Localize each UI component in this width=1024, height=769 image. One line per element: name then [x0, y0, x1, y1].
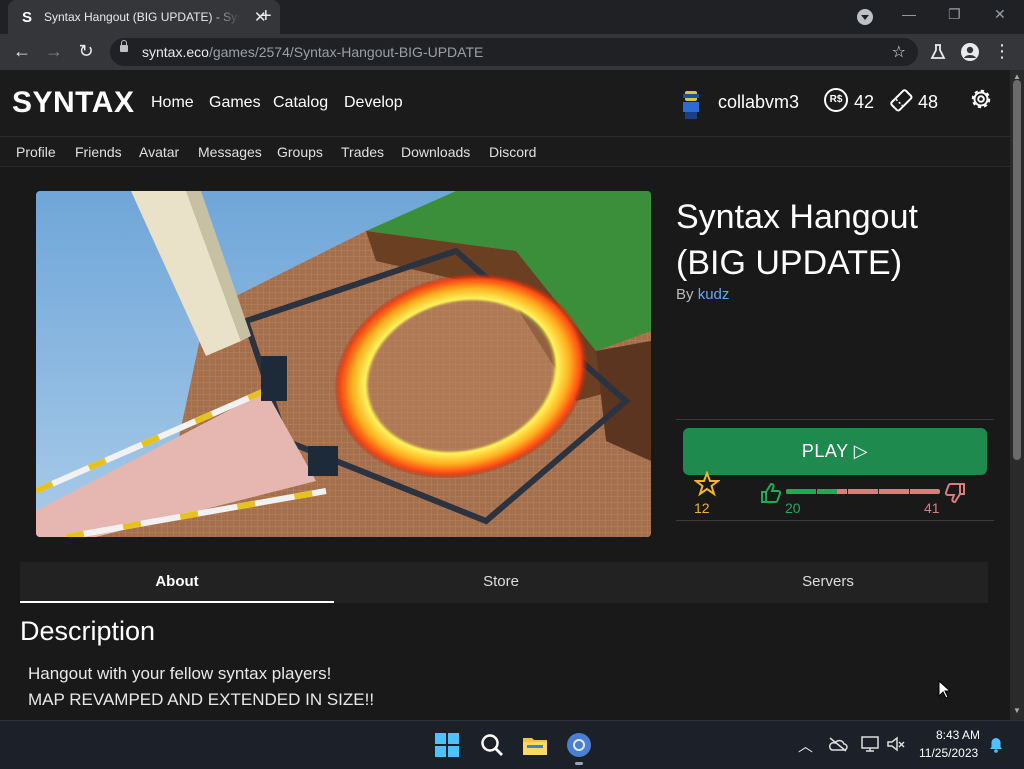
clock-time[interactable]: 8:43 AM — [936, 728, 980, 742]
upvote-count: 20 — [785, 500, 801, 516]
search-icon[interactable] — [478, 731, 506, 759]
vote-bar-tick — [816, 489, 817, 494]
divider — [676, 520, 994, 521]
game-thumbnail — [36, 191, 651, 537]
scroll-down-arrow-icon[interactable]: ▼ — [1013, 706, 1021, 715]
mouse-cursor-icon — [938, 680, 952, 699]
browser-tab[interactable]: S Syntax Hangout (BIG UPDATE) - Syntax ✕ — [8, 0, 280, 34]
site-logo[interactable]: SYNTAX — [12, 86, 134, 120]
tab-search-icon[interactable] — [857, 9, 873, 25]
vote-bar-tick — [909, 489, 910, 494]
creator-link[interactable]: kudz — [698, 286, 730, 303]
browser-tab-title: Syntax Hangout (BIG UPDATE) - Syntax — [44, 10, 240, 24]
address-url[interactable]: syntax.eco/games/2574/Syntax-Hangout-BIG… — [142, 44, 483, 60]
active-app-indicator — [575, 762, 583, 765]
forward-icon[interactable]: → — [42, 39, 66, 63]
tab-store[interactable]: Store — [334, 562, 668, 603]
labs-flask-icon[interactable] — [929, 43, 947, 61]
subnav-trades[interactable]: Trades — [341, 144, 384, 160]
username[interactable]: collabvm3 — [718, 92, 799, 113]
tab-servers[interactable]: Servers — [668, 562, 988, 603]
site-favicon-icon: S — [22, 9, 33, 26]
user-avatar[interactable] — [680, 90, 702, 120]
game-tabs: About Store Servers — [20, 562, 988, 603]
subnav-messages[interactable]: Messages — [198, 144, 262, 160]
subnav-friends[interactable]: Friends — [75, 144, 122, 160]
browser-tab-strip: S Syntax Hangout (BIG UPDATE) - Syntax ✕… — [0, 0, 1024, 34]
clock-date[interactable]: 11/25/2023 — [919, 746, 978, 760]
vote-bar-tick — [878, 489, 879, 494]
downvote-count: 41 — [924, 500, 940, 516]
robux-count[interactable]: 42 — [854, 92, 874, 113]
description-heading: Description — [20, 616, 156, 646]
creator-line: By kudz — [676, 286, 729, 303]
file-explorer-icon[interactable] — [521, 731, 549, 759]
sub-navigation: Profile Friends Avatar Messages Groups T… — [0, 137, 1010, 167]
close-window-icon[interactable]: ✕ — [994, 6, 1006, 23]
ticket-icon[interactable] — [888, 87, 914, 113]
show-hidden-icons-chevron-icon[interactable]: ︿ — [798, 735, 813, 756]
subnav-avatar[interactable]: Avatar — [139, 144, 179, 160]
vote-ratio-bar — [786, 489, 940, 494]
settings-gear-icon[interactable] — [968, 86, 994, 112]
subnav-downloads[interactable]: Downloads — [401, 144, 470, 160]
by-label: By — [676, 286, 694, 303]
thumbs-up-icon[interactable] — [760, 482, 782, 504]
game-title: Syntax Hangout (BIG UPDATE) — [676, 198, 918, 282]
scrollbar-thumb[interactable] — [1013, 80, 1021, 460]
restore-window-icon[interactable]: ❐ — [948, 6, 961, 23]
bookmark-star-icon[interactable]: ☆ — [892, 42, 906, 62]
description-line: Hangout with your fellow syntax players! — [28, 664, 332, 683]
minimize-window-icon[interactable]: — — [902, 6, 916, 22]
divider — [676, 419, 994, 420]
back-icon[interactable]: ← — [10, 39, 34, 63]
profile-icon[interactable] — [960, 42, 980, 62]
reload-icon[interactable]: ↻ — [74, 39, 98, 63]
lock-icon[interactable] — [120, 40, 128, 52]
description-line: MAP REVAMPED AND EXTENDED IN SIZE!! — [28, 690, 375, 709]
chrome-icon[interactable] — [565, 731, 593, 759]
windows-start-icon[interactable] — [433, 731, 461, 759]
subnav-groups[interactable]: Groups — [277, 144, 323, 160]
browser-menu-icon[interactable]: ⋮ — [990, 39, 1014, 63]
address-bar[interactable]: syntax.eco/games/2574/Syntax-Hangout-BIG… — [110, 38, 918, 66]
nav-develop[interactable]: Develop — [344, 94, 403, 112]
browser-toolbar: ← → ↻ syntax.eco/games/2574/Syntax-Hango… — [0, 34, 1024, 70]
nav-home[interactable]: Home — [151, 94, 194, 112]
volume-muted-icon[interactable] — [886, 735, 906, 753]
network-icon[interactable] — [860, 735, 880, 753]
vote-ratio-fill — [786, 489, 837, 494]
vote-bar-tick — [847, 489, 848, 494]
new-tab-icon[interactable]: + — [260, 5, 272, 28]
nav-catalog[interactable]: Catalog — [273, 94, 328, 112]
ticket-count[interactable]: 48 — [918, 92, 938, 113]
notification-bell-icon[interactable] — [988, 736, 1004, 754]
page-scrollbar[interactable]: ▲ ▼ — [1010, 70, 1024, 720]
site-header: SYNTAX Home Games Catalog Develop collab… — [0, 70, 1010, 137]
subnav-discord[interactable]: Discord — [489, 144, 536, 160]
favorite-star-icon[interactable] — [694, 471, 720, 497]
favorite-count: 12 — [694, 500, 710, 516]
play-button[interactable]: PLAY ▷ — [683, 428, 987, 475]
nav-games[interactable]: Games — [209, 94, 261, 112]
subnav-profile[interactable]: Profile — [16, 144, 56, 160]
thumbs-down-icon[interactable] — [944, 482, 966, 504]
taskbar: ︿ 8:43 AM 11/25/2023 — [0, 720, 1024, 769]
robux-icon[interactable]: R$ — [824, 88, 848, 112]
tab-about[interactable]: About — [20, 562, 334, 603]
onedrive-icon[interactable] — [828, 736, 848, 752]
